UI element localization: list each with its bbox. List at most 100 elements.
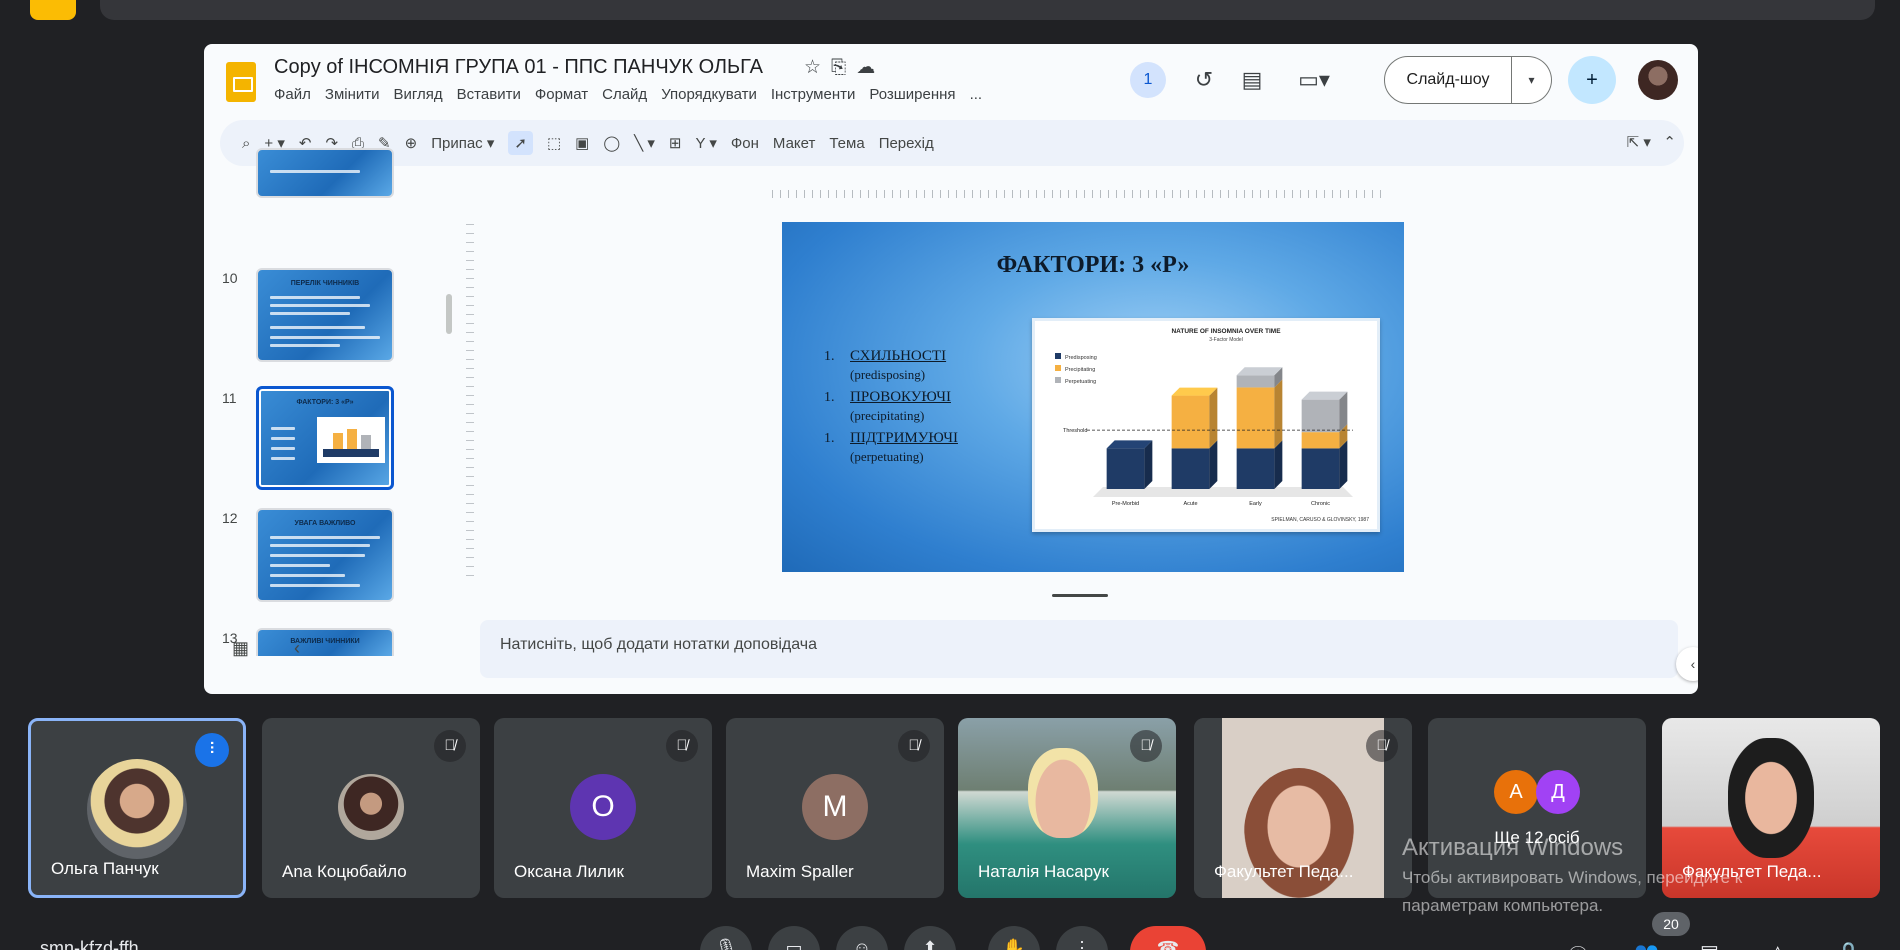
muted-mic-icon: 🎙̸ <box>1366 730 1398 762</box>
participant-name: Maxim Spaller <box>746 862 854 881</box>
factor-sub: (perpetuating) <box>850 449 924 464</box>
activities-icon[interactable]: △ <box>1770 940 1785 950</box>
slide-thumbnail[interactable]: УВАГА ВАЖЛИВО <box>256 508 394 602</box>
speaker-notes[interactable]: Натисніть, щоб додати нотатки доповідача <box>480 620 1678 678</box>
text-style-icon[interactable]: Y ▾ <box>695 134 716 152</box>
slides-logo-icon[interactable] <box>226 62 256 102</box>
grid-view-icon[interactable]: ▦ <box>232 638 249 659</box>
bar-side <box>1209 440 1218 489</box>
meet-icon[interactable]: ▭▾ <box>1286 62 1342 98</box>
slide-title[interactable]: ФАКТОРИ: 3 «Р» <box>782 252 1404 279</box>
factor-item: 1. СХИЛЬНОСТІ <box>824 348 947 364</box>
slideshow-button[interactable]: Слайд-шоу <box>1384 56 1512 104</box>
share-button[interactable]: + <box>1568 56 1616 104</box>
shape-icon[interactable]: ◯ <box>603 134 620 152</box>
menu-edit[interactable]: Змінити <box>325 86 380 103</box>
side-panel-toggle[interactable]: ‹ <box>1676 647 1698 681</box>
star-icon[interactable]: ☆ <box>804 57 831 78</box>
slideshow-dropdown[interactable]: ▾ <box>1512 56 1552 104</box>
more-options-icon[interactable]: ⋮ <box>1056 926 1108 950</box>
legend-label: Precipitating <box>1065 367 1095 373</box>
factor-item: 1. ПІДТРИМУЮЧІ <box>824 430 958 446</box>
end-call-button[interactable]: ☎ <box>1130 926 1206 950</box>
category-label: Chronic <box>1311 501 1330 507</box>
windows-activation-line: Чтобы активировать Windows, перейдите к <box>1402 868 1743 887</box>
participant-tile[interactable]: Наталія Насарук 🎙̸ <box>958 718 1176 898</box>
zoom-icon[interactable]: ⊕ <box>405 134 418 152</box>
meet-control-bar: smn-kfzd-ffh 🎙 ▭ ☺ ⬆ ✋ ⋮ ☎ ⓘ 👥 20 ▤ △ 🔒 <box>0 912 1900 950</box>
comments-icon[interactable]: ▤ <box>1234 62 1270 98</box>
active-users-badge[interactable]: 1 <box>1130 62 1166 98</box>
raise-hand-icon[interactable]: ✋ <box>988 926 1040 950</box>
present-icon[interactable]: ⬆ <box>904 926 956 950</box>
title-actions: ☆⎘☁ <box>804 56 885 79</box>
slide-thumbnail[interactable]: ПЕРЕЛІК ЧИННИКІВ <box>256 268 394 362</box>
line-icon[interactable]: ╲ ▾ <box>634 134 655 152</box>
search-icon[interactable]: ⌕ <box>242 135 250 152</box>
bar-segment <box>1301 432 1340 449</box>
legend-label: Predisposing <box>1065 355 1097 361</box>
host-controls-icon[interactable]: 🔒 <box>1836 940 1861 950</box>
filmstrip-scrollbar[interactable] <box>446 294 452 334</box>
comment-add-icon[interactable]: ⊞ <box>669 134 682 152</box>
chat-icon[interactable]: ▤ <box>1700 940 1719 950</box>
info-icon[interactable]: ⓘ <box>1568 940 1588 950</box>
participant-tile[interactable]: Факультет Педа... 🎙̸ <box>1194 718 1412 898</box>
emoji-icon[interactable]: ☺ <box>836 926 888 950</box>
slide-thumbnail[interactable] <box>256 148 394 198</box>
history-icon[interactable]: ↺ <box>1186 62 1222 98</box>
chart-subtitle: 3-Factor Model <box>1209 337 1243 343</box>
mic-icon[interactable]: 🎙 <box>700 926 752 950</box>
current-slide[interactable]: ФАКТОРИ: 3 «Р» 1. СХИЛЬНОСТІ (predisposin… <box>782 222 1404 572</box>
menu-slide[interactable]: Слайд <box>602 86 647 103</box>
slide-factor-list[interactable]: 1. СХИЛЬНОСТІ (predisposing) 1. ПРОВОКУЮЧІ… <box>824 348 958 471</box>
participant-avatar <box>87 759 187 859</box>
transition-button[interactable]: Перехід <box>879 135 934 152</box>
select-tool-icon[interactable]: ➚ <box>508 131 533 155</box>
participant-tile[interactable]: О Оксана Лилик 🎙̸ <box>494 718 712 898</box>
menu-more[interactable]: ... <box>970 86 983 103</box>
collapse-filmstrip-icon[interactable]: ‹ <box>294 638 300 659</box>
people-count-badge: 20 <box>1652 912 1690 936</box>
camera-icon[interactable]: ▭ <box>768 926 820 950</box>
bar-segment <box>1301 448 1340 489</box>
browser-top-strip <box>0 0 1900 30</box>
menu-tools[interactable]: Інструменти <box>771 86 856 103</box>
background-button[interactable]: Фон <box>731 135 759 152</box>
menu-file[interactable]: Файл <box>274 86 311 103</box>
move-icon[interactable]: ⎘ <box>831 57 856 78</box>
image-icon[interactable]: ▣ <box>575 134 589 152</box>
menu-extensions[interactable]: Розширення <box>869 86 955 103</box>
participant-tile[interactable]: M Maxim Spaller 🎙̸ <box>726 718 944 898</box>
muted-mic-icon: 🎙̸ <box>434 730 466 762</box>
menu-insert[interactable]: Вставити <box>457 86 521 103</box>
slide-thumbnail[interactable]: ВАЖЛИВІ ЧИННИКИ <box>256 628 394 656</box>
menu-format[interactable]: Формат <box>535 86 588 103</box>
address-bar[interactable] <box>100 0 1875 20</box>
category-label: Acute <box>1183 501 1197 507</box>
zoom-select[interactable]: Припас ▾ <box>431 134 494 152</box>
user-avatar[interactable] <box>1638 60 1678 100</box>
people-icon[interactable]: 👥 <box>1634 940 1659 950</box>
menu-arrange[interactable]: Упорядкувати <box>661 86 757 103</box>
windows-activation-title: Активация Windows <box>1402 834 1624 861</box>
participant-tile[interactable]: Ana Коцюбайло 🎙̸ <box>262 718 480 898</box>
slide-thumbnail-selected[interactable]: ФАКТОРИ: 3 «Р» <box>256 386 394 490</box>
chart-svg: NATURE OF INSOMNIA OVER TIME 3-Factor Mod… <box>1055 328 1369 523</box>
participant-tile[interactable]: Ольга Панчук ⫶ <box>28 718 246 898</box>
cloud-icon[interactable]: ☁ <box>856 57 885 78</box>
textbox-icon[interactable]: ⬚ <box>547 134 561 152</box>
toolbar-right-icons[interactable]: ⇱ ▾ ⌃ <box>1627 133 1676 151</box>
menu-view[interactable]: Вигляд <box>394 86 443 103</box>
participant-avatar: M <box>802 774 868 840</box>
layout-button[interactable]: Макет <box>773 135 815 152</box>
bar-top <box>1236 367 1283 376</box>
theme-button[interactable]: Тема <box>829 135 864 152</box>
chart-title: NATURE OF INSOMNIA OVER TIME <box>1171 328 1281 335</box>
muted-mic-icon: 🎙̸ <box>666 730 698 762</box>
slides-window: Copy of ІНСОМНІЯ ГРУПА 01 - ППС ПАНЧУК О… <box>204 44 1698 694</box>
category-label: Pre-Morbid <box>1112 501 1139 507</box>
slide-number: 12 <box>222 510 238 526</box>
insomnia-chart[interactable]: NATURE OF INSOMNIA OVER TIME 3-Factor Mod… <box>1032 318 1380 532</box>
document-title[interactable]: Copy of ІНСОМНІЯ ГРУПА 01 - ППС ПАНЧУК О… <box>274 56 763 79</box>
